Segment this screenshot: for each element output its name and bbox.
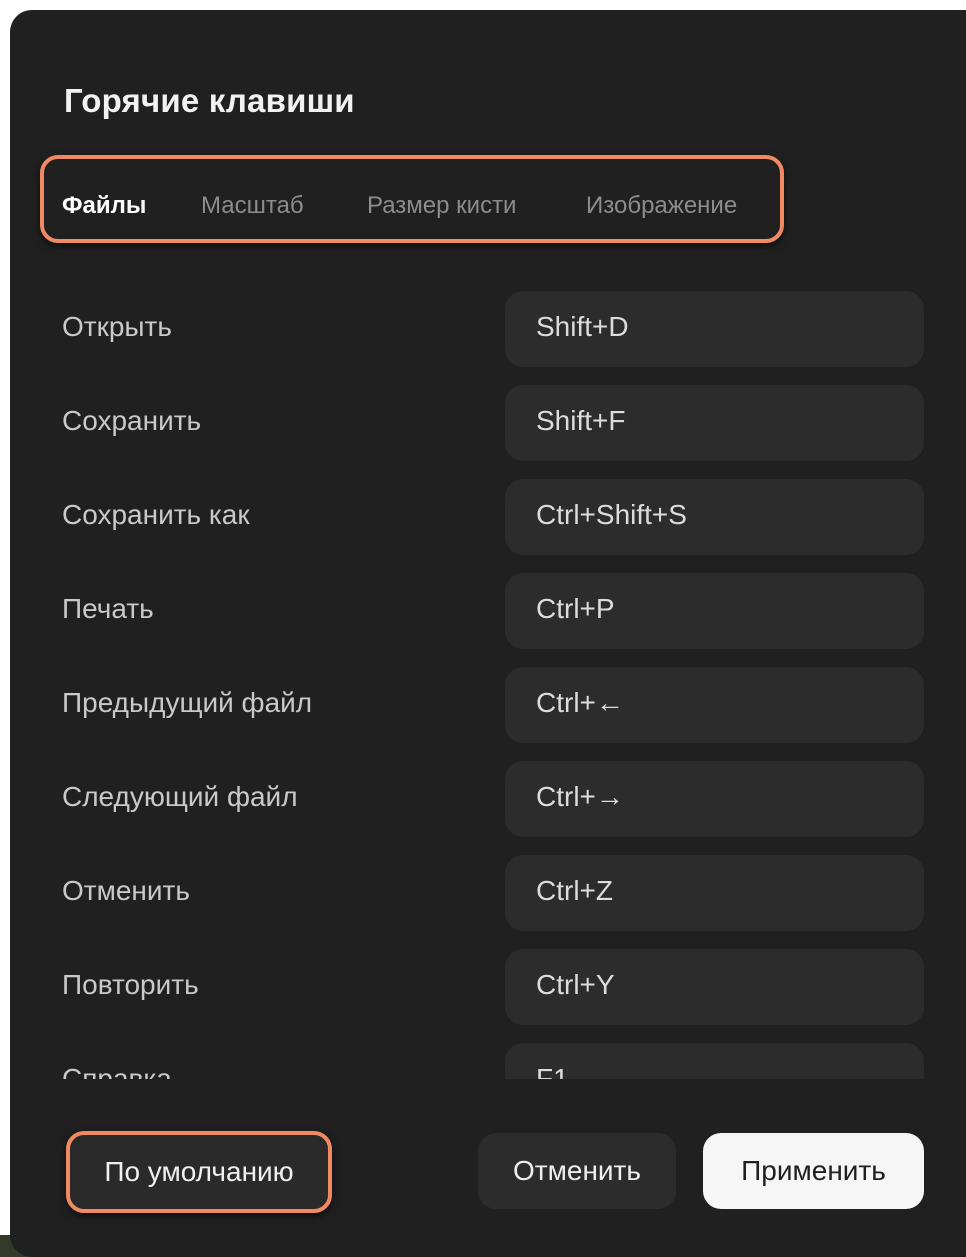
- shortcut-key-field[interactable]: Shift+F: [505, 385, 924, 461]
- tab-zoom[interactable]: Масштаб: [201, 192, 304, 220]
- shortcut-row: Повторить Ctrl+Y: [10, 949, 966, 1025]
- shortcut-key-value: Ctrl+←: [536, 687, 624, 718]
- shortcut-key-value: Shift+F: [536, 405, 626, 436]
- shortcut-key-value: Ctrl+Shift+S: [536, 499, 687, 530]
- hotkeys-dialog: Горячие клавиши Файлы Масштаб Размер кис…: [10, 10, 966, 1257]
- shortcut-key-field[interactable]: Ctrl+←: [505, 667, 924, 743]
- shortcut-action-label: Печать: [62, 593, 154, 624]
- shortcut-key-field[interactable]: Ctrl+→: [505, 761, 924, 837]
- shortcut-key-field[interactable]: Ctrl+Y: [505, 949, 924, 1025]
- apply-button[interactable]: Применить: [703, 1133, 924, 1209]
- tab-bar: Файлы Масштаб Размер кисти Изображение: [40, 155, 784, 243]
- shortcut-row: Следующий файл Ctrl+→: [10, 761, 966, 837]
- shortcut-action-label: Сохранить: [62, 405, 202, 436]
- shortcut-key-value: Ctrl+Z: [536, 875, 613, 906]
- cancel-button[interactable]: Отменить: [478, 1133, 676, 1209]
- tab-files[interactable]: Файлы: [62, 192, 146, 220]
- shortcut-key-value: Ctrl+→: [536, 781, 624, 812]
- shortcut-key-field[interactable]: Shift+D: [505, 291, 924, 367]
- shortcut-row: Отменить Ctrl+Z: [10, 855, 966, 931]
- shortcut-key-field[interactable]: Ctrl+Z: [505, 855, 924, 931]
- shortcut-row: Предыдущий файл Ctrl+←: [10, 667, 966, 743]
- dialog-title: Горячие клавиши: [64, 82, 355, 119]
- shortcut-list[interactable]: Открыть Shift+D Сохранить Shift+F Сохран…: [10, 291, 966, 1079]
- reset-defaults-button[interactable]: По умолчанию: [66, 1131, 332, 1213]
- tab-brush-size[interactable]: Размер кисти: [367, 192, 516, 220]
- shortcut-action-label: Предыдущий файл: [62, 687, 313, 718]
- shortcut-row: Печать Ctrl+P: [10, 573, 966, 649]
- shortcut-key-value: Ctrl+P: [536, 593, 615, 624]
- shortcut-row: Сохранить как Ctrl+Shift+S: [10, 479, 966, 555]
- shortcut-key-field[interactable]: F1: [505, 1043, 924, 1079]
- shortcut-action-label: Следующий файл: [62, 781, 298, 812]
- shortcut-row: Открыть Shift+D: [10, 291, 966, 367]
- shortcut-action-label: Сохранить как: [62, 499, 250, 530]
- shortcut-row: Сохранить Shift+F: [10, 385, 966, 461]
- shortcut-action-label: Открыть: [62, 311, 172, 342]
- shortcut-row: Справка F1: [10, 1043, 966, 1079]
- tab-image[interactable]: Изображение: [586, 192, 737, 220]
- shortcut-key-value: F1: [536, 1063, 569, 1079]
- shortcut-action-label: Повторить: [62, 969, 199, 1000]
- shortcut-action-label: Справка: [62, 1063, 172, 1079]
- shortcut-key-value: Ctrl+Y: [536, 969, 615, 1000]
- shortcut-key-field[interactable]: Ctrl+P: [505, 573, 924, 649]
- shortcut-key-field[interactable]: Ctrl+Shift+S: [505, 479, 924, 555]
- shortcut-action-label: Отменить: [62, 875, 190, 906]
- shortcut-key-value: Shift+D: [536, 311, 629, 342]
